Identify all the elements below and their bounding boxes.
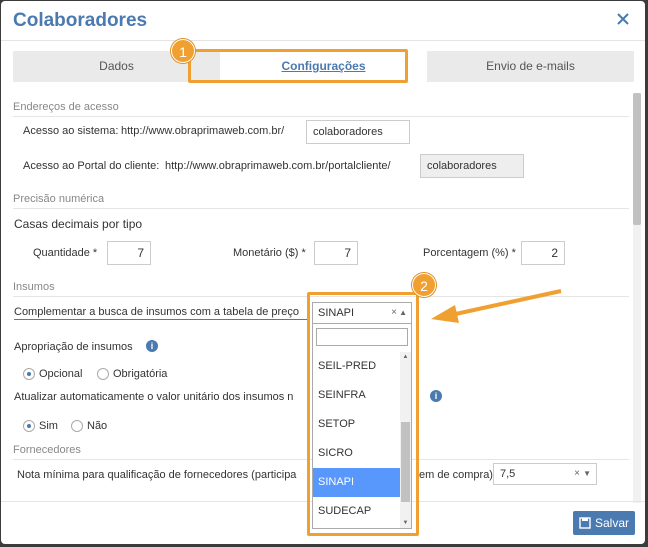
portal-label: Acesso ao Portal do cliente: bbox=[23, 160, 160, 172]
nao-label: Não bbox=[87, 420, 108, 432]
info-icon[interactable]: i bbox=[430, 390, 442, 402]
dialog-title: Colaboradores bbox=[13, 10, 148, 31]
dropdown-option[interactable]: SEINFRA bbox=[313, 381, 401, 410]
sistema-label: Acesso ao sistema: bbox=[23, 125, 119, 137]
save-button[interactable]: Salvar bbox=[573, 511, 635, 535]
scroll-up-icon[interactable]: ▲ bbox=[400, 352, 411, 362]
portal-url: http://www.obraprimaweb.com.br/portalcli… bbox=[165, 160, 391, 172]
dropdown-scroll-thumb[interactable] bbox=[401, 422, 410, 502]
nota-minima-label: Nota mínima para qualificação de fornece… bbox=[17, 469, 297, 481]
dropdown-option-selected[interactable]: SINAPI bbox=[313, 468, 401, 497]
section-insumos-title: Insumos bbox=[13, 281, 55, 293]
radio-opcional[interactable] bbox=[23, 368, 35, 380]
tab-bar: Dados Configurações Envio de e-mails bbox=[13, 51, 634, 82]
complementar-label: Complementar a busca de insumos com a ta… bbox=[14, 306, 299, 318]
collaborators-dialog: Colaboradores Dados Configurações Envio … bbox=[1, 1, 645, 544]
dropdown-option[interactable]: SEIL-PRED bbox=[313, 352, 401, 381]
opcional-label: Opcional bbox=[39, 368, 83, 380]
radio-sim[interactable] bbox=[23, 420, 35, 432]
section-divider bbox=[13, 208, 629, 209]
sim-label: Sim bbox=[39, 420, 58, 432]
complementar-underline bbox=[14, 319, 310, 320]
sistema-url: http://www.obraprimaweb.com.br/ bbox=[121, 125, 285, 137]
price-table-value: SINAPI bbox=[318, 307, 355, 319]
nota-minima-select[interactable]: 7,5 × ▼ bbox=[493, 463, 597, 485]
clear-icon[interactable]: × bbox=[391, 303, 397, 323]
dropdown-scrollbar[interactable]: ▲ ▼ bbox=[400, 352, 411, 528]
arrow-annotation-icon bbox=[431, 289, 562, 323]
step-badge-1: 1 bbox=[171, 39, 195, 63]
monetario-input[interactable]: 7 bbox=[314, 241, 358, 265]
nota-minima-label-tail: em de compra) bbox=[419, 469, 493, 481]
nota-minima-value: 7,5 bbox=[500, 468, 516, 480]
dropdown-search-input[interactable] bbox=[316, 328, 408, 346]
atualizar-label: Atualizar automaticamente o valor unitár… bbox=[14, 391, 294, 403]
obrigatoria-label: Obrigatória bbox=[113, 368, 168, 380]
save-label: Salvar bbox=[594, 516, 629, 530]
sistema-input[interactable]: colaboradores bbox=[306, 120, 410, 144]
save-icon bbox=[579, 517, 591, 529]
section-enderecos-title: Endereços de acesso bbox=[13, 101, 119, 113]
casas-decimais-subtitle: Casas decimais por tipo bbox=[14, 217, 143, 231]
scrollbar-thumb[interactable] bbox=[633, 93, 641, 225]
portal-input[interactable]: colaboradores bbox=[420, 154, 524, 178]
dropdown-list: SEIL-PRED SEINFRA SETOP SICRO SINAPI SUD… bbox=[313, 352, 401, 528]
section-precisao-title: Precisão numérica bbox=[13, 193, 105, 205]
info-icon[interactable]: i bbox=[146, 340, 158, 352]
porcentagem-label: Porcentagem (%) * bbox=[423, 247, 516, 259]
price-table-dropdown: SEIL-PRED SEINFRA SETOP SICRO SINAPI SUD… bbox=[312, 323, 412, 529]
clear-icon[interactable]: × bbox=[574, 464, 580, 484]
scroll-down-icon[interactable]: ▼ bbox=[400, 518, 411, 528]
tab-configuracoes[interactable]: Configurações bbox=[220, 51, 427, 82]
dropdown-option[interactable]: SUDECAP bbox=[313, 497, 401, 526]
section-divider bbox=[13, 116, 629, 117]
close-icon[interactable] bbox=[615, 11, 631, 27]
radio-obrigatoria[interactable] bbox=[97, 368, 109, 380]
tab-envio-emails[interactable]: Envio de e-mails bbox=[427, 51, 634, 82]
quantidade-input[interactable]: 7 bbox=[107, 241, 151, 265]
section-fornecedores-title: Fornecedores bbox=[13, 444, 81, 456]
apropriacao-label: Apropriação de insumos bbox=[14, 341, 133, 353]
price-table-select[interactable]: SINAPI × ▲ bbox=[312, 302, 412, 324]
monetario-label: Monetário ($) * bbox=[233, 247, 306, 259]
dropdown-option[interactable]: SETOP bbox=[313, 410, 401, 439]
header-divider bbox=[1, 40, 645, 41]
chevron-up-icon: ▲ bbox=[399, 308, 407, 317]
quantidade-label: Quantidade * bbox=[33, 247, 98, 259]
chevron-down-icon: ▼ bbox=[583, 469, 591, 478]
content-scrollbar[interactable] bbox=[633, 93, 641, 503]
dropdown-option[interactable]: SICRO bbox=[313, 439, 401, 468]
radio-nao[interactable] bbox=[71, 420, 83, 432]
porcentagem-input[interactable]: 2 bbox=[521, 241, 565, 265]
